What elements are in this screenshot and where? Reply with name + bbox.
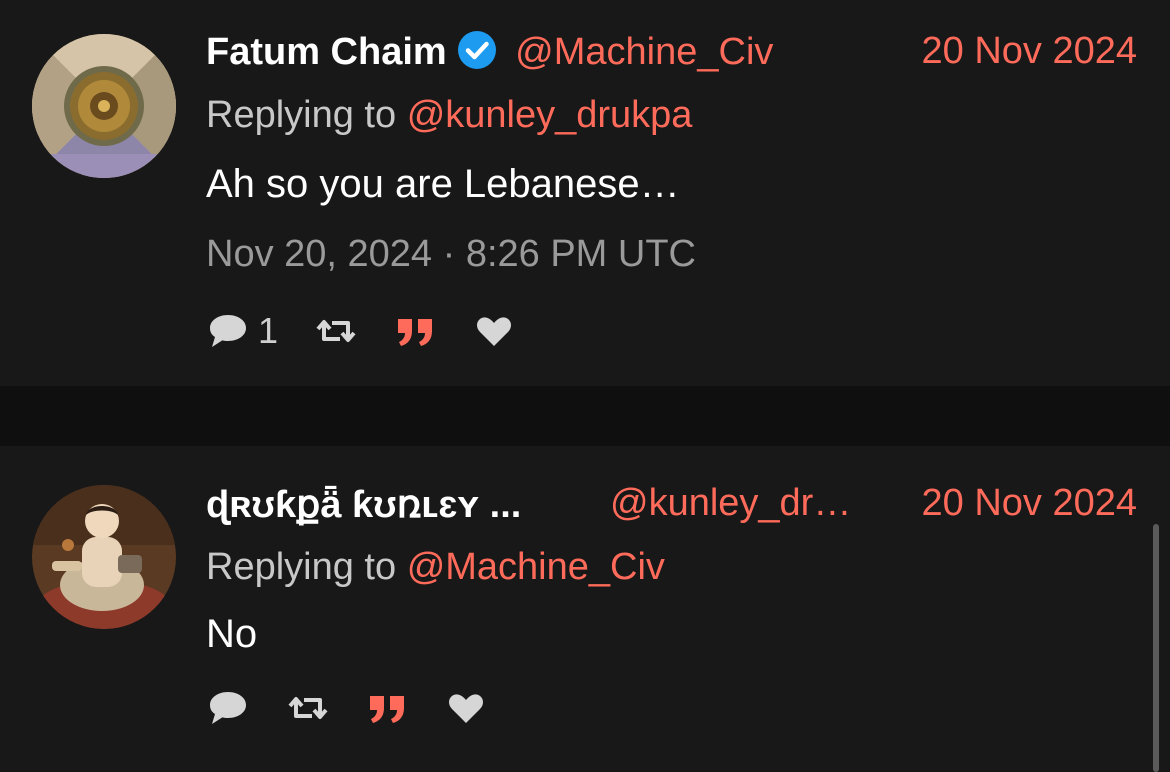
retweet-button[interactable] xyxy=(286,688,330,728)
like-button[interactable] xyxy=(446,688,486,728)
tweet-actions: 1 xyxy=(206,310,550,352)
quote-icon xyxy=(398,319,433,346)
reply-button[interactable]: 1 xyxy=(206,310,278,352)
tweet-date[interactable]: 20 Nov 2024 xyxy=(922,30,1138,73)
retweet-icon xyxy=(288,697,328,719)
like-button[interactable] xyxy=(474,311,514,351)
tweet-text: No xyxy=(206,612,258,656)
reply-button[interactable] xyxy=(206,688,250,728)
tweet-actions xyxy=(206,688,522,728)
quote-button[interactable] xyxy=(366,688,410,728)
retweet-icon xyxy=(316,320,356,342)
replying-to: Replying to @Machine_Civ xyxy=(206,546,665,589)
tweet-card[interactable]: Fatum Chaim @Machine_Civ 20 Nov 2024 Rep… xyxy=(0,0,1170,386)
replying-label: Replying to xyxy=(206,94,397,136)
author-name[interactable]: Fatum Chaim xyxy=(206,31,447,73)
replying-to-mention[interactable]: @kunley_drukpa xyxy=(407,94,693,136)
replying-label: Replying to xyxy=(206,546,397,588)
author-name[interactable]: ɖʀʊƙքǟ ƙʊռʟɛʏ ... xyxy=(206,484,521,526)
comment-icon xyxy=(210,692,246,724)
avatar[interactable] xyxy=(32,485,176,629)
thangka-painting-avatar-icon xyxy=(32,485,176,629)
retweet-button[interactable] xyxy=(314,311,358,351)
tweet-date[interactable]: 20 Nov 2024 xyxy=(922,482,1138,525)
author-handle[interactable]: @kunley_dr… xyxy=(610,482,851,524)
tweet-text: Ah so you are Lebanese… xyxy=(206,162,680,206)
scrollbar[interactable] xyxy=(1153,524,1159,772)
gilded-dome-avatar-icon xyxy=(32,34,176,178)
heart-icon xyxy=(449,694,483,723)
replying-to-mention[interactable]: @Machine_Civ xyxy=(407,546,665,588)
reply-count: 1 xyxy=(258,310,279,351)
avatar[interactable] xyxy=(32,34,176,178)
quote-button[interactable] xyxy=(394,311,438,351)
replying-to: Replying to @kunley_drukpa xyxy=(206,94,692,137)
tweet-card[interactable]: ɖʀʊƙքǟ ƙʊռʟɛʏ ... @kunley_dr… 20 Nov 202… xyxy=(0,446,1170,772)
tweet-timestamp[interactable]: Nov 20, 2024 · 8:26 PM UTC xyxy=(206,233,696,276)
author-handle[interactable]: @Machine_Civ xyxy=(515,31,773,73)
heart-icon xyxy=(477,317,512,346)
quote-icon xyxy=(370,696,404,723)
comment-icon xyxy=(210,315,246,347)
verified-badge-icon xyxy=(457,30,497,75)
